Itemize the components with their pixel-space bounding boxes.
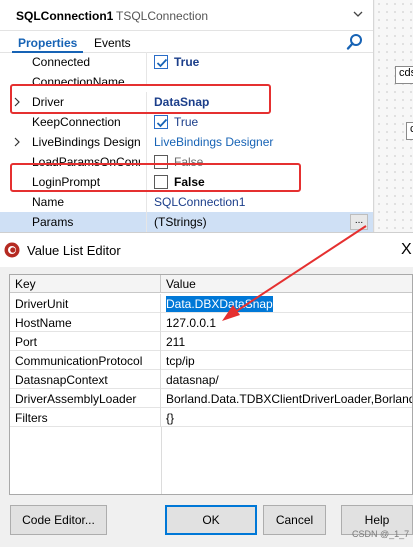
dialog-titlebar[interactable]: Value List Editor X [0,233,413,267]
params-ellipsis-button[interactable]: ... [350,214,368,230]
component-name: SQLConnection1 [16,9,114,23]
table-row[interactable]: CommunicationProtocol tcp/ip [10,351,412,370]
row-value[interactable]: 211 [161,332,185,351]
column-header-value[interactable]: Value [161,275,412,293]
inspector-header[interactable]: SQLConnection1 TSQLConnection [0,0,373,31]
tab-properties[interactable]: Properties [12,34,84,53]
property-row-connected[interactable]: Connected True [0,52,373,72]
row-key: CommunicationProtocol [10,351,161,370]
object-inspector: SQLConnection1 TSQLConnection Properties… [0,0,374,232]
property-value: SQLConnection1 [154,195,246,209]
property-row-name[interactable]: Name SQLConnection1 [0,192,373,212]
value-list-grid[interactable]: Key Value DriverUnit Data.DBXDataSnap Ho… [9,274,413,495]
grid-empty-area [10,427,412,494]
column-divider [146,192,147,212]
row-key: Filters [10,408,161,427]
delphi-app-icon [4,242,20,258]
table-row[interactable]: Filters {} [10,408,412,427]
cancel-button[interactable]: Cancel [263,505,326,535]
chevron-right-icon[interactable] [12,135,22,149]
checkmark-icon [156,118,168,128]
ok-button[interactable]: OK [165,505,257,535]
property-name: Connected [32,55,91,69]
row-value-selected-text[interactable]: Data.DBXDataSnap [166,296,273,312]
row-key: HostName [10,313,161,332]
row-value[interactable]: {} [161,408,174,427]
component-type: TSQLConnection [116,9,209,23]
property-name: Params [32,215,74,229]
code-editor-button[interactable]: Code Editor... [10,505,107,535]
row-value[interactable]: Borland.Data.TDBXClientDriverLoader,Borl… [161,389,412,408]
table-row[interactable]: DatasnapContext datasnap/ [10,370,412,389]
connected-checkbox[interactable] [154,55,168,69]
property-value[interactable]: LiveBindings Designer [154,135,273,149]
column-divider [146,132,147,152]
property-name: LiveBindings Designe [32,135,140,149]
row-key: DatasnapContext [10,370,161,389]
value-list-editor-dialog: Value List Editor X Key Value DriverUnit… [0,232,413,547]
property-name: KeepConnection [32,115,121,129]
design-component-cds[interactable]: cds [395,66,413,84]
column-header-key[interactable]: Key [10,275,161,293]
property-row-params[interactable]: Params (TStrings) ... [0,212,373,232]
dialog-title: Value List Editor [27,243,121,258]
property-value: (TStrings) [154,215,207,229]
column-divider [146,212,147,232]
checkmark-icon [156,58,168,68]
loginprompt-highlight-box [10,163,301,192]
row-value[interactable]: datasnap/ [161,370,219,389]
table-row[interactable]: DriverAssemblyLoader Borland.Data.TDBXCl… [10,389,412,408]
keepconnection-checkbox[interactable] [154,115,168,129]
property-row-livebindings[interactable]: LiveBindings Designe LiveBindings Design… [0,132,373,152]
watermark-text: CSDN @_1_7 [352,529,410,539]
row-value[interactable]: tcp/ip [161,351,195,370]
table-row[interactable]: Port 211 [10,332,412,351]
table-row[interactable]: DriverUnit Data.DBXDataSnap [10,294,412,313]
table-row[interactable]: HostName 127.0.0.1 [10,313,412,332]
inspector-tabs: Properties Events [0,31,373,53]
row-key: Port [10,332,161,351]
row-value[interactable]: Data.DBXDataSnap [161,294,273,313]
chevron-down-icon[interactable] [352,7,364,21]
row-key: DriverUnit [10,294,161,313]
property-name: Name [32,195,65,209]
property-value: True [174,55,200,69]
column-divider [146,112,147,132]
tab-events[interactable]: Events [88,34,137,53]
driver-highlight-box [10,84,271,114]
design-component-c[interactable]: c [406,122,413,140]
property-row-keepconnection[interactable]: KeepConnection True [0,112,373,132]
form-designer-surface[interactable]: cds c [375,0,413,232]
property-value: True [174,115,199,129]
search-icon[interactable] [346,33,364,51]
close-icon[interactable]: X [401,241,413,258]
row-key: DriverAssemblyLoader [10,389,161,408]
column-divider [146,52,147,72]
column-divider [161,427,162,494]
row-value[interactable]: 127.0.0.1 [161,313,216,332]
